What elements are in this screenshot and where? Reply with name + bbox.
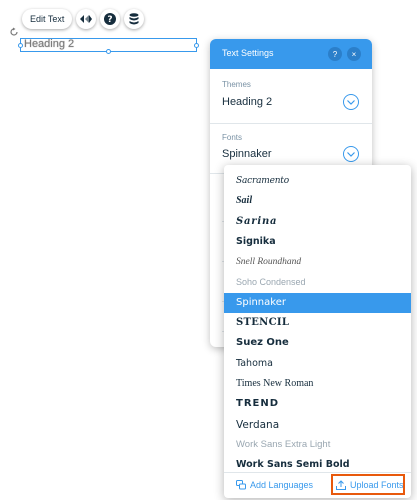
add-languages-link[interactable]: Add Languages (236, 480, 313, 490)
font-option[interactable]: Sacramento (224, 171, 411, 191)
fonts-value: Spinnaker (222, 148, 272, 160)
layers-button[interactable] (124, 9, 145, 29)
font-option[interactable]: Snell Roundhand (224, 252, 411, 272)
font-option[interactable]: Work Sans Extra Light (224, 435, 411, 455)
font-option[interactable]: Verdana (224, 415, 411, 435)
font-option[interactable]: Signika (224, 232, 411, 252)
resize-handle-right[interactable] (194, 43, 199, 48)
panel-help-button[interactable]: ? (328, 47, 342, 61)
panel-title: Text Settings (222, 48, 274, 58)
svg-text:?: ? (108, 15, 113, 25)
themes-section[interactable]: Themes Heading 2 (210, 69, 372, 123)
selected-text-element[interactable]: Heading 2 (18, 38, 199, 54)
layers-icon (129, 13, 139, 25)
themes-value: Heading 2 (222, 96, 273, 108)
animation-icon (80, 15, 93, 23)
help-button[interactable]: ? (100, 9, 121, 29)
themes-dropdown-button[interactable] (343, 94, 359, 110)
font-list: Sacramento Sail Sarina Signika Snell Roundha… (224, 171, 411, 475)
font-option[interactable]: Soho Condensed (224, 272, 411, 292)
languages-icon (236, 480, 246, 490)
font-option[interactable]: TREND (224, 394, 411, 414)
font-option[interactable]: Tahoma (224, 354, 411, 374)
close-icon: × (351, 49, 357, 59)
panel-header: Text Settings ? × (210, 39, 372, 69)
dropdown-footer: Add Languages Upload Fonts (224, 472, 411, 498)
upload-icon (336, 480, 346, 490)
font-option[interactable]: Sarina (224, 212, 411, 232)
chevron-down-icon (347, 151, 355, 157)
font-option[interactable]: Suez One (224, 333, 411, 353)
upload-fonts-link[interactable]: Upload Fonts (336, 480, 404, 490)
fonts-dropdown-button[interactable] (343, 146, 359, 162)
panel-close-button[interactable]: × (347, 47, 361, 61)
edit-text-button[interactable]: Edit Text (22, 9, 73, 29)
themes-label: Themes (222, 80, 251, 89)
rotate-icon[interactable] (9, 27, 19, 37)
font-option[interactable]: STENCIL (224, 313, 411, 333)
upload-fonts-label: Upload Fonts (350, 480, 404, 490)
fonts-label: Fonts (222, 133, 243, 142)
heading-text: Heading 2 (24, 38, 75, 50)
resize-handle-left[interactable] (18, 43, 23, 48)
help-icon: ? (104, 13, 117, 25)
help-icon: ? (332, 49, 338, 59)
font-dropdown: Sacramento Sail Sarina Signika Snell Roundha… (224, 165, 411, 498)
animation-button[interactable] (76, 9, 97, 29)
chevron-down-icon (347, 99, 355, 105)
element-toolbar: Edit Text ? (22, 9, 145, 29)
resize-handle-bottom[interactable] (106, 49, 111, 54)
font-option[interactable]: Times New Roman (224, 374, 411, 394)
add-languages-label: Add Languages (250, 480, 314, 490)
font-option[interactable]: Sail (224, 191, 411, 211)
font-option[interactable]: Spinnaker (224, 292, 411, 314)
